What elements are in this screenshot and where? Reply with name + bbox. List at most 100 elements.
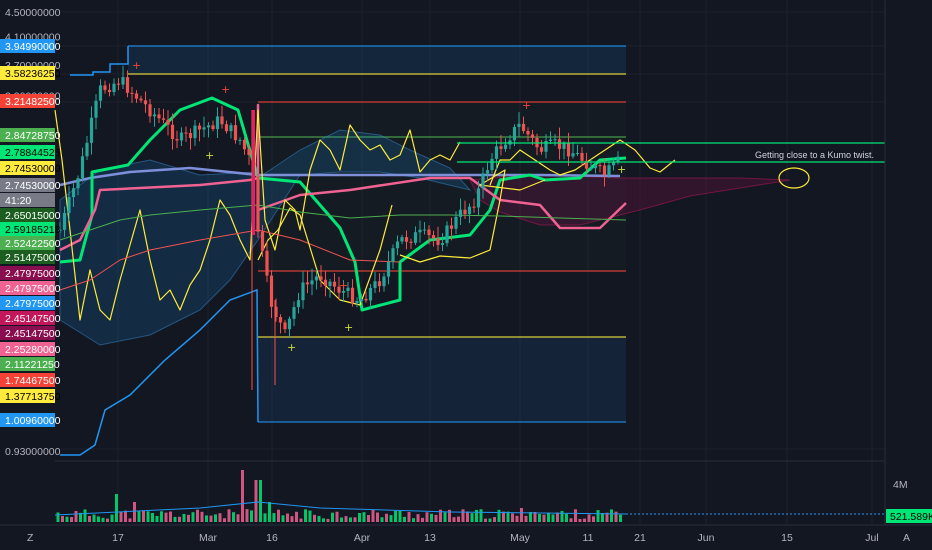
candle-body[interactable] <box>220 116 224 125</box>
candle-body[interactable] <box>134 93 139 99</box>
candle-body[interactable] <box>184 132 188 134</box>
candle-body[interactable] <box>265 250 269 276</box>
candle-body[interactable] <box>76 178 80 189</box>
candle-body[interactable] <box>377 281 382 287</box>
candle-body[interactable] <box>526 130 530 135</box>
candle-body[interactable] <box>386 261 391 277</box>
candle-body[interactable] <box>395 241 400 249</box>
candle-body[interactable] <box>364 298 368 301</box>
candle-body[interactable] <box>229 125 233 132</box>
candle-body[interactable] <box>409 241 413 243</box>
candle-body[interactable] <box>463 209 467 215</box>
candle-body[interactable] <box>373 281 377 288</box>
candle-body[interactable] <box>589 168 593 170</box>
candle-body[interactable] <box>202 127 206 130</box>
candle-body[interactable] <box>242 139 247 150</box>
candle-body[interactable] <box>323 279 328 286</box>
candle-body[interactable] <box>418 229 422 233</box>
candle-body[interactable] <box>562 143 566 149</box>
candle-body[interactable] <box>148 104 152 117</box>
candle-body[interactable] <box>215 116 220 130</box>
candle-body[interactable] <box>161 118 166 120</box>
candle-body[interactable] <box>476 188 481 208</box>
candle-body[interactable] <box>530 134 535 138</box>
candle-body[interactable] <box>80 156 85 179</box>
candle-body[interactable] <box>391 248 395 262</box>
candle-body[interactable] <box>350 287 355 304</box>
candle-body[interactable] <box>557 139 562 149</box>
candle-body[interactable] <box>440 243 445 245</box>
candle-body[interactable] <box>224 124 229 132</box>
candle-body[interactable] <box>382 276 386 287</box>
candle-body[interactable] <box>553 139 557 141</box>
candle-body[interactable] <box>454 216 458 229</box>
candle-body[interactable] <box>269 275 274 307</box>
candle-body[interactable] <box>247 149 251 155</box>
candle-body[interactable] <box>319 276 323 280</box>
candle-body[interactable] <box>305 282 310 285</box>
candle-body[interactable] <box>260 231 265 251</box>
candle-body[interactable] <box>206 125 211 128</box>
candle-body[interactable] <box>616 156 620 162</box>
candle-body[interactable] <box>175 139 179 141</box>
candle-body[interactable] <box>359 298 364 301</box>
chart[interactable]: ++++++++ Getting close to a Kumo twist. … <box>0 0 932 550</box>
candle-body[interactable] <box>139 98 143 101</box>
candle-body[interactable] <box>179 132 184 141</box>
candle-body[interactable] <box>89 117 94 143</box>
candle-body[interactable] <box>157 114 161 119</box>
candle-body[interactable] <box>94 100 98 118</box>
candle-body[interactable] <box>355 300 359 304</box>
candle-body[interactable] <box>188 133 193 139</box>
candle-body[interactable] <box>521 123 526 131</box>
candle-body[interactable] <box>539 147 544 152</box>
candle-body[interactable] <box>278 317 283 323</box>
candle-body[interactable] <box>121 77 125 85</box>
candle-body[interactable] <box>238 139 242 141</box>
candle-body[interactable] <box>422 229 427 231</box>
candle-body[interactable] <box>404 237 409 242</box>
candle-body[interactable] <box>67 197 71 213</box>
candle-body[interactable] <box>458 209 463 217</box>
candle-body[interactable] <box>580 152 584 161</box>
candle-body[interactable] <box>490 158 494 171</box>
candle-body[interactable] <box>296 300 301 308</box>
auto-scale-button[interactable]: A <box>903 532 910 544</box>
candle-body[interactable] <box>481 173 485 189</box>
candle-body[interactable] <box>193 125 197 139</box>
candle-body[interactable] <box>116 83 121 85</box>
candle-body[interactable] <box>427 229 431 236</box>
candle-body[interactable] <box>445 225 449 244</box>
candle-body[interactable] <box>413 232 418 243</box>
candle-body[interactable] <box>602 165 607 176</box>
candle-body[interactable] <box>71 188 76 198</box>
candle-body[interactable] <box>593 165 598 169</box>
candle-body[interactable] <box>98 85 103 101</box>
candle-body[interactable] <box>503 144 508 149</box>
candle-body[interactable] <box>252 110 255 235</box>
candle-body[interactable] <box>283 322 287 330</box>
candle-body[interactable] <box>548 139 553 142</box>
candle-body[interactable] <box>512 126 517 141</box>
candle-body[interactable] <box>517 123 521 127</box>
candle-body[interactable] <box>449 225 454 229</box>
candle-body[interactable] <box>472 206 476 208</box>
candle-body[interactable] <box>494 146 499 159</box>
candle-body[interactable] <box>485 170 490 174</box>
candle-body[interactable] <box>310 280 314 285</box>
candle-body[interactable] <box>566 143 571 157</box>
candle-body[interactable] <box>301 282 305 301</box>
candle-body[interactable] <box>287 318 292 330</box>
candle-body[interactable] <box>598 165 602 167</box>
candle-body[interactable] <box>211 125 215 130</box>
candle-body[interactable] <box>314 276 319 281</box>
candle-body[interactable] <box>431 235 436 239</box>
candle-body[interactable] <box>499 146 503 149</box>
candle-body[interactable] <box>400 237 404 242</box>
candle-body[interactable] <box>103 85 107 90</box>
candle-body[interactable] <box>575 152 580 154</box>
candle-body[interactable] <box>197 125 202 130</box>
candle-body[interactable] <box>166 119 170 125</box>
candle-body[interactable] <box>233 125 238 141</box>
candle-body[interactable] <box>130 92 134 94</box>
